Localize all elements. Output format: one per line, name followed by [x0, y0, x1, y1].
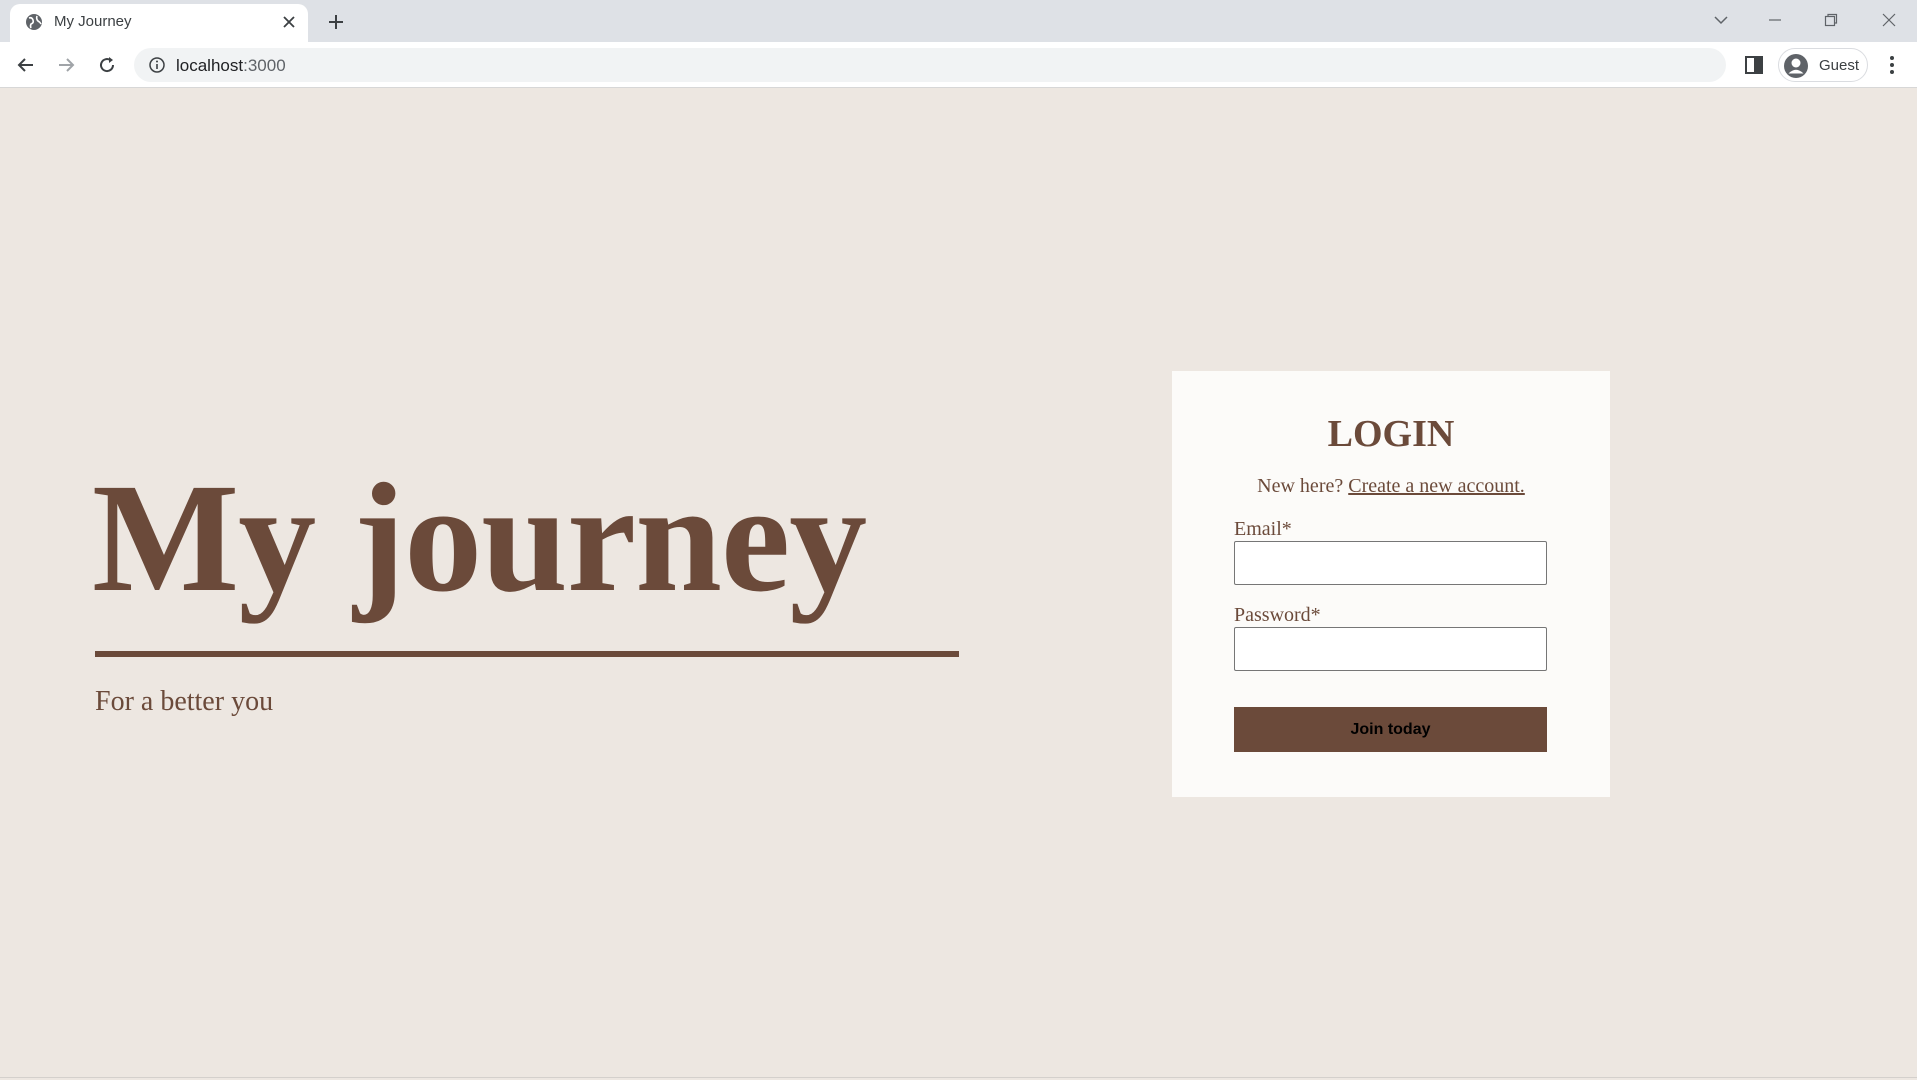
- browser-menu-button[interactable]: [1880, 53, 1904, 77]
- chevron-down-icon: [1714, 16, 1728, 25]
- close-window-button[interactable]: [1874, 6, 1904, 34]
- hero-tagline: For a better you: [95, 686, 274, 717]
- tab-search-button[interactable]: [1706, 6, 1736, 34]
- plus-icon: [329, 15, 343, 29]
- close-icon: [1882, 13, 1896, 27]
- login-card: LOGIN New here? Create a new account. Em…: [1172, 371, 1610, 797]
- restore-button[interactable]: [1816, 6, 1846, 34]
- hero-divider: [95, 651, 959, 657]
- more-vert-icon: [1890, 56, 1894, 74]
- globe-icon: [26, 14, 42, 30]
- minimize-icon: [1769, 19, 1781, 21]
- arrow-right-icon: [59, 58, 75, 72]
- reload-button[interactable]: [91, 49, 123, 81]
- forward-button[interactable]: [50, 49, 82, 81]
- page-bottom-border: [0, 1077, 1917, 1078]
- hero-title: My journey: [92, 451, 867, 624]
- minimize-button[interactable]: [1760, 6, 1790, 34]
- url-host: localhost: [176, 56, 244, 75]
- arrow-left-icon: [17, 58, 33, 72]
- join-today-button[interactable]: Join today: [1234, 707, 1547, 752]
- back-button[interactable]: [10, 49, 42, 81]
- email-field[interactable]: [1234, 541, 1547, 585]
- address-url: localhost:3000: [176, 56, 286, 76]
- signup-prompt: New here? Create a new account.: [1172, 475, 1610, 498]
- password-label: Password*: [1234, 604, 1321, 626]
- email-label: Email*: [1234, 518, 1292, 540]
- close-tab-icon[interactable]: [278, 11, 300, 33]
- url-port: :3000: [243, 56, 286, 75]
- create-account-link[interactable]: Create a new account.: [1348, 475, 1525, 497]
- browser-tab[interactable]: My Journey: [10, 4, 308, 42]
- restore-icon: [1824, 13, 1838, 27]
- side-panel-icon[interactable]: [1742, 53, 1766, 77]
- new-here-text: New here?: [1257, 475, 1344, 497]
- info-icon[interactable]: [148, 56, 166, 74]
- browser-toolbar: localhost:3000 Guest: [0, 42, 1917, 88]
- tab-title: My Journey: [54, 13, 132, 30]
- password-field[interactable]: [1234, 627, 1547, 671]
- reload-icon: [100, 57, 115, 73]
- profile-button[interactable]: Guest: [1778, 48, 1868, 82]
- avatar-icon: [1784, 54, 1808, 78]
- browser-tab-strip: My Journey: [0, 0, 1917, 42]
- new-tab-button[interactable]: [322, 8, 350, 36]
- address-bar[interactable]: localhost:3000: [134, 48, 1726, 82]
- profile-label: Guest: [1819, 57, 1860, 74]
- login-title: LOGIN: [1327, 413, 1455, 455]
